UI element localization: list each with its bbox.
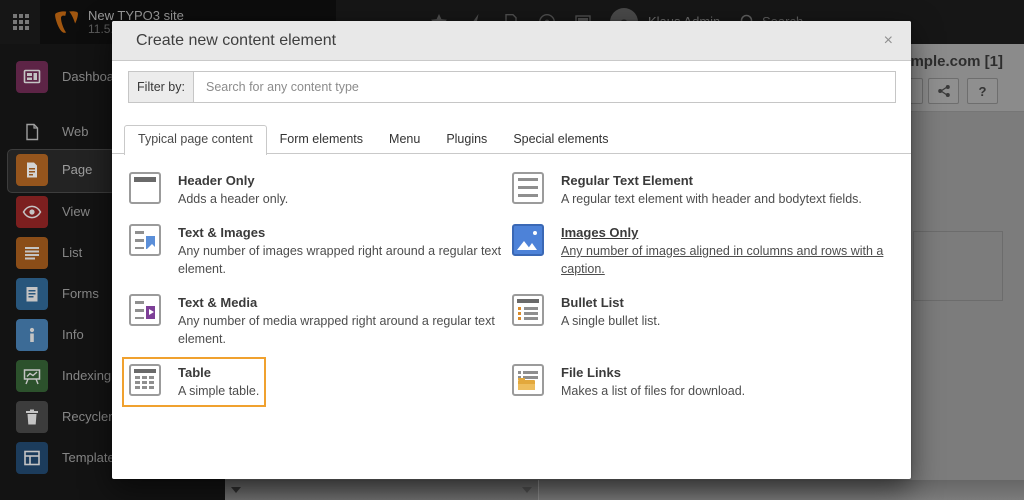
content-footer-area [539,480,1024,500]
regular-text-icon [512,172,544,204]
close-icon[interactable]: × [884,33,893,49]
ce-item-text-images[interactable]: Text & Images Any number of images wrapp… [129,224,504,278]
ce-item-text-media[interactable]: Text & Media Any number of media wrapped… [129,294,504,348]
file-links-icon [512,364,544,396]
modal-header: Create new content element × [112,21,911,61]
filter-bar: Filter by: [128,71,896,103]
template-icon [16,442,48,474]
tab-bar: Typical page content Form elements Menu … [112,125,911,154]
ce-item-images-only[interactable]: Images Only Any number of images aligned… [512,224,887,278]
page-icon [16,154,48,186]
ce-title: File Links [561,365,621,380]
share-button[interactable] [928,78,959,104]
tab-menu[interactable]: Menu [376,125,433,153]
tab-special-elements[interactable]: Special elements [500,125,621,153]
header-only-icon [129,172,161,204]
indexing-icon [16,360,48,392]
ce-title: Text & Media [178,295,257,310]
table-icon [129,364,161,396]
file-outline-icon [16,116,48,148]
ce-description: Makes a list of files for download. [561,382,745,400]
images-only-icon [512,224,544,256]
ce-title: Table [178,365,211,380]
tab-form-elements[interactable]: Form elements [267,125,376,153]
ce-title: Text & Images [178,225,265,240]
apps-grid-icon[interactable] [13,14,31,32]
ce-description: A single bullet list. [561,312,660,330]
caret-down-icon [231,487,241,493]
ce-description: A simple table. [178,382,259,400]
help-button[interactable]: ? [967,78,998,104]
content-placeholder-box [913,231,1003,301]
language-dropdown[interactable] [225,480,539,500]
ce-description: Any number of images aligned in columns … [561,242,887,278]
content-type-search-input[interactable] [193,71,896,103]
eye-icon [16,196,48,228]
ce-title: Header Only [178,173,255,188]
ce-description: Adds a header only. [178,190,288,208]
ce-item-table[interactable]: Table A simple table. [129,364,259,400]
share-icon [937,84,951,98]
ce-item-file-links[interactable]: File Links Makes a list of files for dow… [512,364,745,400]
trash-icon [16,401,48,433]
dashboard-icon [16,61,48,93]
typo3-backend: New TYPO3 site 11.5.1 Klaus Admin [0,0,1024,500]
ce-title: Images Only [561,225,638,240]
typo3-logo-icon [54,9,78,35]
list-icon [16,237,48,269]
ce-title: Regular Text Element [561,173,693,188]
bullet-list-icon [512,294,544,326]
text-images-icon [129,224,161,256]
forms-icon [16,278,48,310]
ce-description: Any number of media wrapped right around… [178,312,504,348]
tab-plugins[interactable]: Plugins [433,125,500,153]
ce-item-bullet-list[interactable]: Bullet List A single bullet list. [512,294,660,348]
caret-down-icon [522,487,532,493]
ce-item-regular-text[interactable]: Regular Text Element A regular text elem… [512,172,862,208]
tab-typical-page-content[interactable]: Typical page content [124,125,267,155]
ce-description: A regular text element with header and b… [561,190,862,208]
modal-title: Create new content element [136,32,336,50]
text-media-icon [129,294,161,326]
new-content-element-modal: Create new content element × Filter by: … [112,21,911,479]
content-element-grid: Header Only Adds a header only. Regular … [129,172,895,416]
info-icon [16,319,48,351]
ce-description: Any number of images wrapped right aroun… [178,242,504,278]
ce-title: Bullet List [561,295,624,310]
filter-label: Filter by: [128,71,193,103]
ce-item-header-only[interactable]: Header Only Adds a header only. [129,172,288,208]
